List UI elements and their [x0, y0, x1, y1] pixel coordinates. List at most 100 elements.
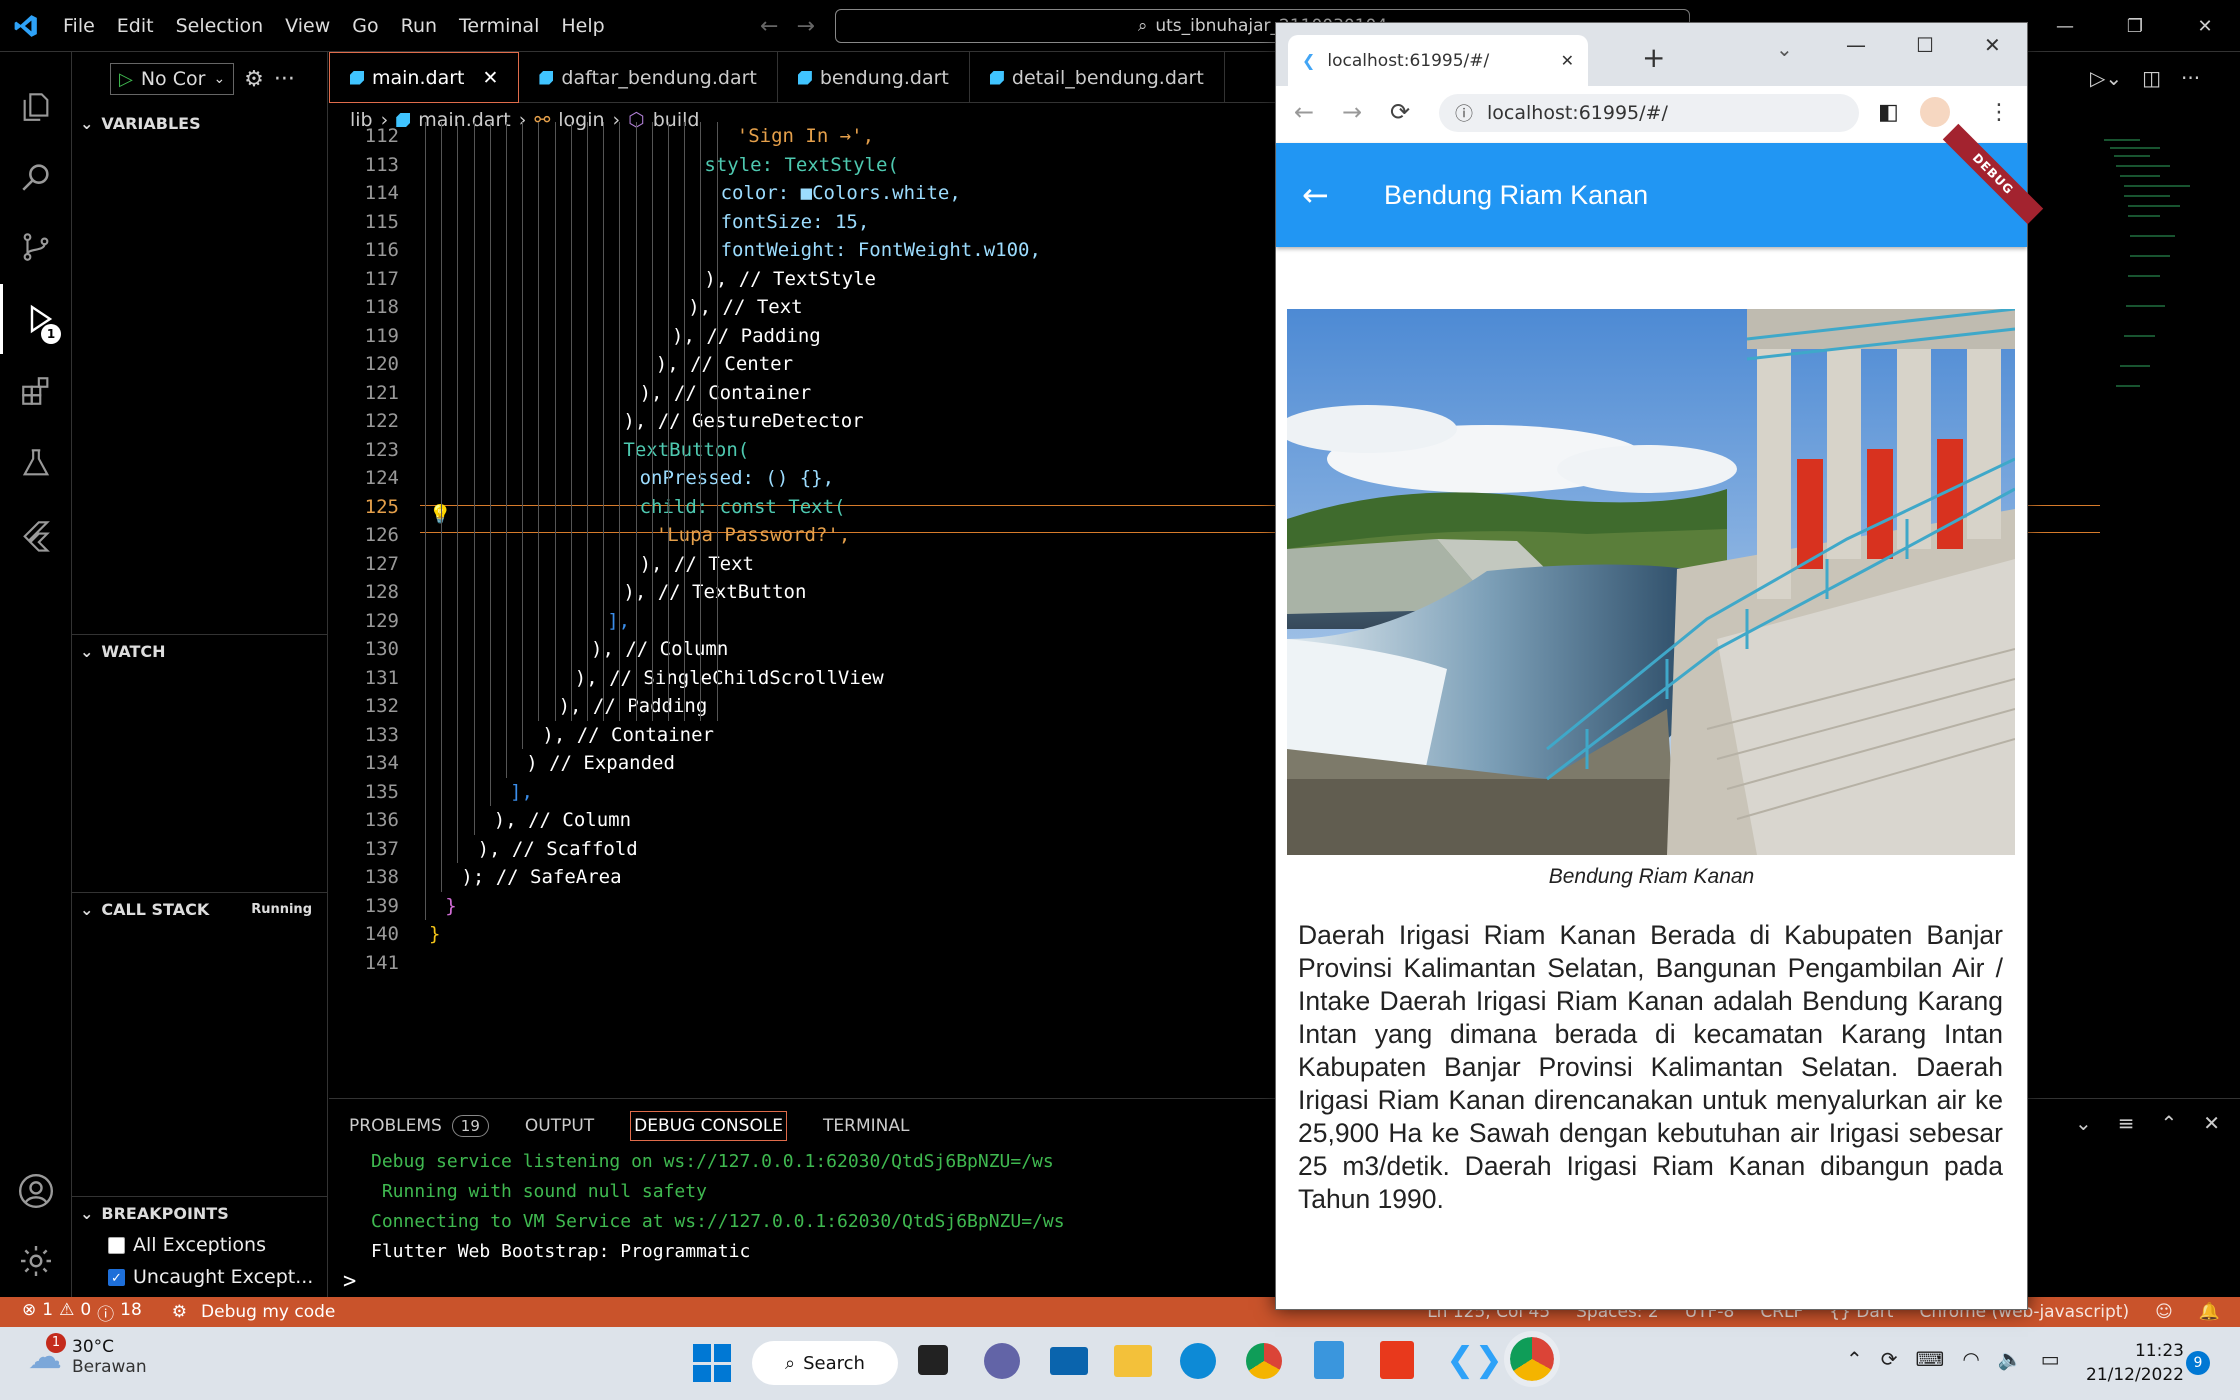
clock[interactable]: 11:23 21/12/2022: [2086, 1339, 2184, 1387]
filter-chevron-icon[interactable]: ⌄: [2075, 1111, 2092, 1135]
gear-icon[interactable]: ⚙: [244, 67, 264, 92]
chrome-active-icon[interactable]: [1504, 1331, 1560, 1387]
minimize-button[interactable]: —: [1846, 33, 1866, 57]
notifications-bell-icon[interactable]: 🔔: [2199, 1302, 2220, 1322]
account-icon[interactable]: [0, 1156, 72, 1226]
volume-icon[interactable]: 🔈: [1998, 1347, 2023, 1371]
sync-icon[interactable]: ⟳: [1881, 1347, 1898, 1371]
chrome-menu-icon[interactable]: ⋮: [1988, 100, 2010, 125]
vscode-taskbar-icon[interactable]: ❮❯: [1446, 1341, 1503, 1379]
start-debug-icon[interactable]: ▷: [119, 69, 133, 90]
menu-run[interactable]: Run: [390, 0, 448, 52]
chrome-icon[interactable]: [1246, 1343, 1282, 1379]
search-icon[interactable]: [0, 142, 72, 212]
tab-detail-bendung[interactable]: detail_bendung.dart: [970, 52, 1225, 103]
clear-console-icon[interactable]: ≡: [2118, 1111, 2135, 1135]
weather-widget[interactable]: ☁ 1 30°C Berawan: [28, 1333, 147, 1377]
browser-tab[interactable]: ❮ localhost:61995/#/ ✕: [1288, 35, 1588, 86]
close-icon[interactable]: ✕: [482, 67, 498, 89]
chevron-up-icon[interactable]: ⌃: [1846, 1347, 1863, 1371]
notification-badge[interactable]: 9: [2186, 1351, 2210, 1375]
edge-browser-icon[interactable]: [1180, 1343, 1216, 1379]
explorer-icon[interactable]: [0, 72, 72, 142]
menu-terminal[interactable]: Terminal: [448, 0, 550, 52]
checkbox-checked[interactable]: ✓: [108, 1268, 125, 1286]
settings-gear-icon[interactable]: [0, 1226, 72, 1296]
close-window-button[interactable]: ✕: [1984, 33, 2001, 57]
info-count: 18: [120, 1299, 142, 1320]
new-tab-button[interactable]: +: [1642, 41, 1665, 74]
keyboard-icon[interactable]: ⌨: [1916, 1347, 1945, 1371]
breadcrumb-file[interactable]: main.dart: [418, 109, 510, 131]
menu-edit[interactable]: Edit: [106, 0, 165, 52]
wifi-icon[interactable]: ◠: [1962, 1347, 1979, 1371]
system-tray[interactable]: ⌃ ⟳ ⌨ ◠ 🔈 ▭: [1846, 1347, 2060, 1371]
acrobat-icon[interactable]: [1380, 1341, 1414, 1379]
problems-status[interactable]: ⊗ 1 ⚠ 0 ⓘ 18: [22, 1300, 142, 1325]
profile-avatar[interactable]: [1920, 97, 1950, 127]
feedback-icon[interactable]: ☺: [2155, 1302, 2173, 1322]
task-view-icon[interactable]: [918, 1345, 948, 1375]
breadcrumb-method[interactable]: build: [653, 109, 700, 131]
start-button[interactable]: [693, 1344, 731, 1382]
testing-flask-icon[interactable]: [0, 428, 72, 498]
watch-header[interactable]: ⌄ WATCH: [72, 634, 328, 668]
tab-bendung[interactable]: bendung.dart: [778, 52, 970, 103]
split-editor-icon[interactable]: ◫: [2142, 66, 2161, 90]
breadcrumb-class[interactable]: login: [558, 109, 604, 131]
taskbar-search[interactable]: ⌕ Search: [752, 1341, 898, 1385]
address-bar[interactable]: ⓘ localhost:61995/#/: [1439, 94, 1859, 132]
debug-status[interactable]: ⚙ Debug my code: [172, 1302, 336, 1322]
back-arrow-icon[interactable]: ←: [1302, 143, 1329, 247]
restore-button[interactable]: ❐: [2100, 16, 2170, 37]
back-arrow-icon[interactable]: ←: [760, 14, 778, 39]
back-arrow-icon[interactable]: ←: [1294, 98, 1314, 126]
menu-help[interactable]: Help: [550, 0, 615, 52]
breakpoint-uncaught-exceptions[interactable]: ✓ Uncaught Except...: [108, 1266, 313, 1288]
reload-icon[interactable]: ⟳: [1390, 98, 1410, 126]
console-input-prompt[interactable]: >: [343, 1269, 356, 1294]
variables-header[interactable]: ⌄ VARIABLES: [72, 106, 328, 140]
forward-arrow-icon[interactable]: →: [1342, 98, 1362, 126]
more-actions-icon[interactable]: ···: [274, 67, 295, 92]
code-editor[interactable]: 💡 112'Sign In →',113style: TextStyle(114…: [329, 122, 1279, 1096]
file-explorer-icon[interactable]: [1114, 1345, 1152, 1377]
tab-terminal[interactable]: TERMINAL: [823, 1116, 909, 1136]
close-button[interactable]: ✕: [2170, 16, 2240, 37]
breakpoint-all-exceptions[interactable]: All Exceptions: [108, 1234, 266, 1256]
more-actions-icon[interactable]: ···: [2181, 66, 2200, 90]
tab-search-chevron-icon[interactable]: ⌄: [1776, 37, 1793, 61]
maximize-panel-icon[interactable]: ⌃: [2160, 1111, 2177, 1135]
side-panel-icon[interactable]: ◧: [1878, 100, 1899, 125]
tab-debug-console[interactable]: DEBUG CONSOLE: [630, 1111, 788, 1141]
menu-view[interactable]: View: [274, 0, 341, 52]
source-control-icon[interactable]: [0, 212, 72, 282]
menu-go[interactable]: Go: [341, 0, 389, 52]
maximize-button[interactable]: ☐: [1916, 33, 1934, 57]
close-panel-icon[interactable]: ✕: [2203, 1111, 2220, 1135]
notepad-icon[interactable]: [1314, 1341, 1344, 1379]
checkbox[interactable]: [108, 1236, 125, 1254]
tab-problems[interactable]: PROBLEMS 19: [349, 1115, 489, 1137]
forward-arrow-icon[interactable]: →: [796, 14, 814, 39]
flutter-icon[interactable]: [0, 500, 72, 570]
run-dropdown-icon[interactable]: ▷⌄: [2090, 66, 2122, 90]
battery-icon[interactable]: ▭: [2041, 1347, 2060, 1371]
tab-main-dart[interactable]: main.dart ✕: [329, 52, 520, 103]
teams-chat-icon[interactable]: [984, 1343, 1020, 1379]
extensions-icon[interactable]: [0, 356, 72, 426]
indent-guide: [684, 122, 686, 721]
run-debug-icon[interactable]: 1: [0, 284, 72, 354]
debug-config-select[interactable]: ▷ No Cor ⌄: [110, 63, 235, 95]
breakpoints-header[interactable]: ⌄ BREAKPOINTS: [72, 1196, 328, 1230]
tab-output[interactable]: OUTPUT: [525, 1116, 594, 1136]
minimize-button[interactable]: —: [2030, 16, 2100, 37]
tab-daftar-bendung[interactable]: daftar_bendung.dart: [519, 52, 778, 103]
site-info-icon[interactable]: ⓘ: [1455, 100, 1473, 126]
call-stack-header[interactable]: ⌄ CALL STACK Running: [72, 892, 328, 926]
close-tab-icon[interactable]: ✕: [1561, 51, 1574, 70]
mail-icon[interactable]: [1050, 1347, 1088, 1375]
menu-file[interactable]: File: [52, 0, 106, 52]
minimap[interactable]: [2100, 136, 2220, 416]
menu-selection[interactable]: Selection: [165, 0, 275, 52]
